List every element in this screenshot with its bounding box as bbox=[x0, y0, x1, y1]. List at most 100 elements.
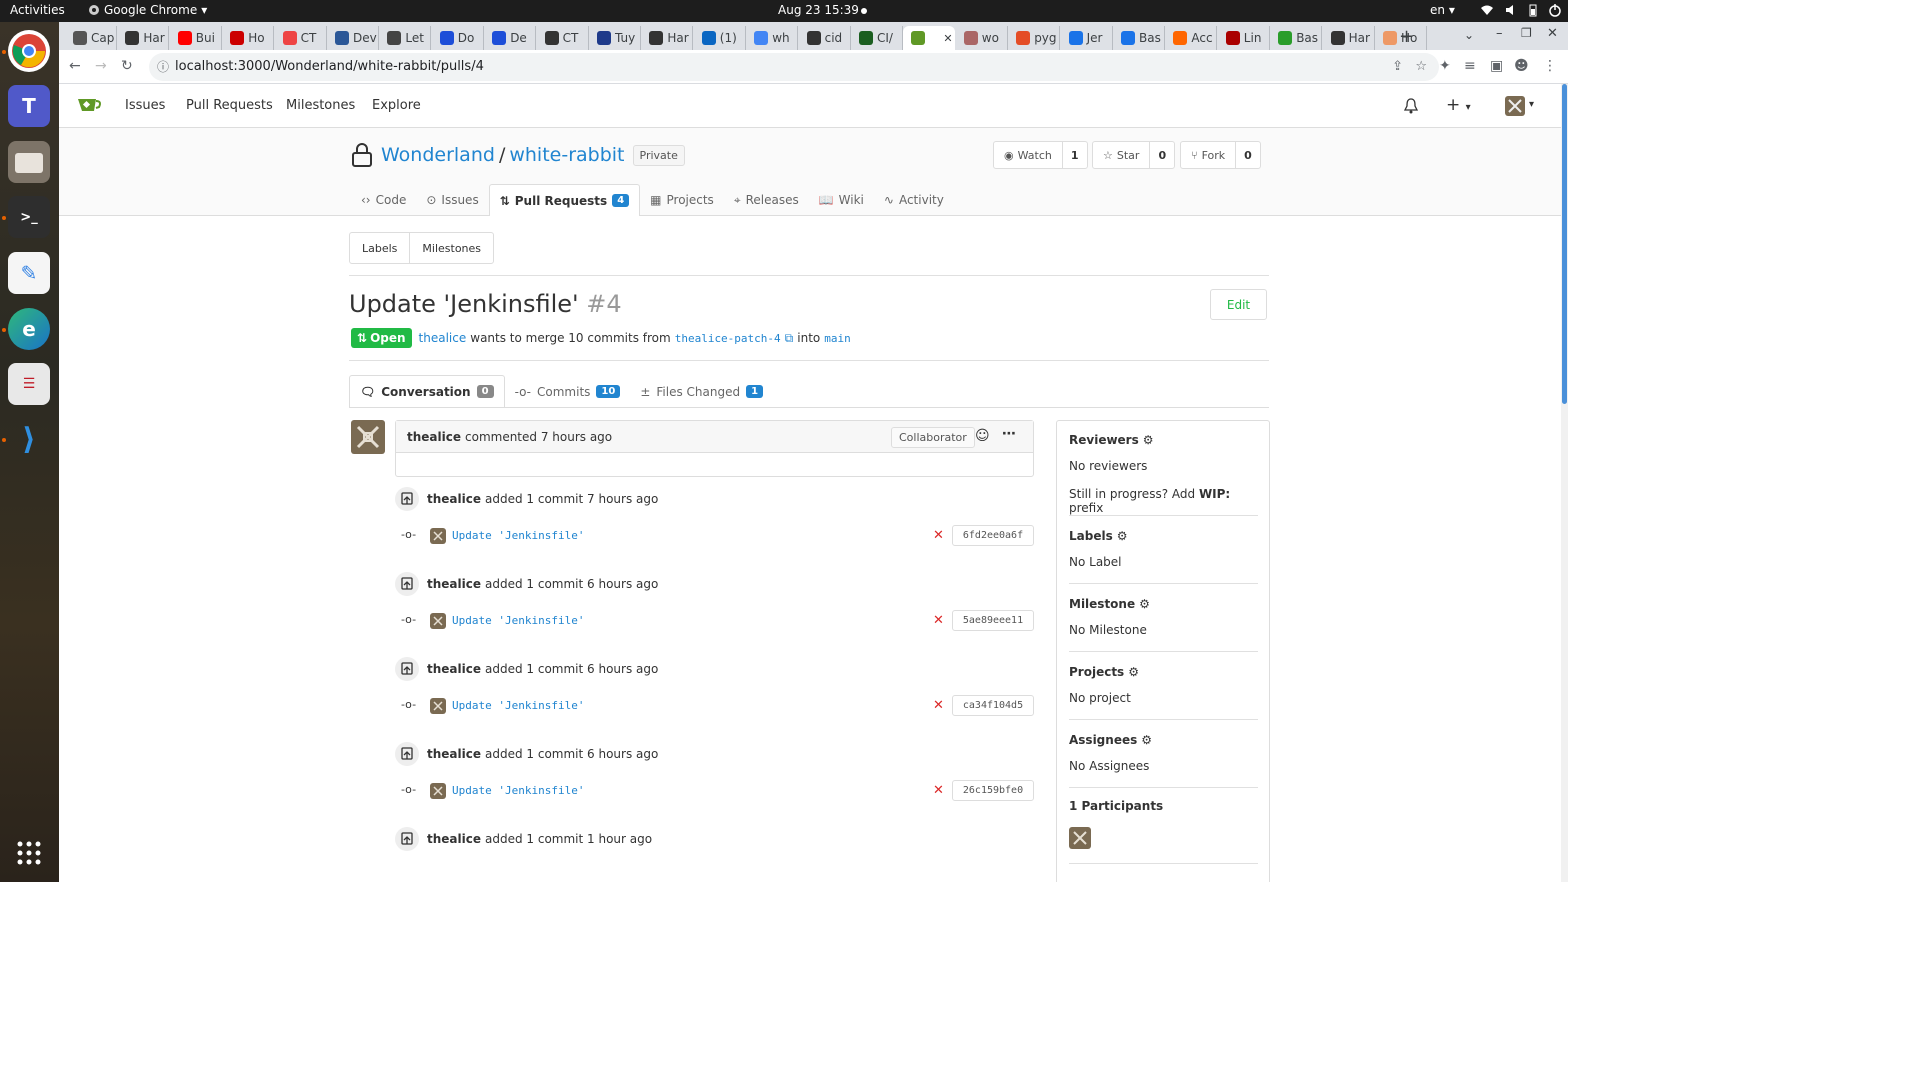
system-tray[interactable] bbox=[1480, 3, 1562, 17]
event-author-link[interactable]: thealice bbox=[427, 577, 481, 591]
commit-sha-link[interactable]: 6fd2ee0a6f bbox=[952, 525, 1034, 546]
bookmark-star-icon[interactable]: ☆ bbox=[1415, 53, 1427, 81]
chrome-menu-icon[interactable]: ⋮ bbox=[1543, 58, 1557, 74]
nav-issues[interactable]: Issues bbox=[125, 98, 165, 113]
address-bar[interactable]: ⓘ localhost:3000/Wonderland/white-rabbit… bbox=[149, 53, 1439, 81]
page-scrollbar[interactable] bbox=[1561, 84, 1568, 882]
tab-code[interactable]: ‹› Code bbox=[351, 184, 416, 216]
text-editor-dock-icon[interactable]: ✎ bbox=[8, 252, 50, 294]
fork-count[interactable]: 0 bbox=[1236, 142, 1260, 168]
chrome-dock-icon[interactable] bbox=[8, 30, 50, 72]
ci-failed-icon[interactable]: ✕ bbox=[933, 613, 944, 628]
forward-icon[interactable]: → bbox=[95, 58, 107, 74]
milestones-button[interactable]: Milestones bbox=[410, 233, 493, 263]
terminal-dock-icon[interactable]: >_ bbox=[8, 196, 50, 238]
browser-tab[interactable]: Bui bbox=[170, 26, 222, 50]
profile-icon[interactable]: ☻ bbox=[1514, 58, 1529, 74]
star-count[interactable]: 0 bbox=[1150, 142, 1174, 168]
show-apps-icon[interactable] bbox=[8, 832, 50, 874]
browser-tab[interactable]: Dev bbox=[327, 26, 379, 50]
user-avatar[interactable] bbox=[1505, 96, 1525, 116]
browser-tab[interactable]: Do bbox=[432, 26, 484, 50]
share-icon[interactable]: ⇪ bbox=[1392, 53, 1403, 81]
commit-message-link[interactable]: Update 'Jenkinsfile' bbox=[452, 614, 584, 627]
document-viewer-dock-icon[interactable]: ☰ bbox=[8, 363, 50, 405]
ci-failed-icon[interactable]: ✕ bbox=[933, 528, 944, 543]
commit-sha-link[interactable]: ca34f104d5 bbox=[952, 695, 1034, 716]
repo-name-link[interactable]: white-rabbit bbox=[509, 144, 624, 166]
commit-author-avatar[interactable] bbox=[430, 783, 446, 799]
site-info-icon[interactable]: ⓘ bbox=[157, 53, 169, 81]
scrollbar-thumb[interactable] bbox=[1562, 84, 1567, 404]
comment-author-link[interactable]: thealice bbox=[407, 430, 461, 444]
gear-icon[interactable]: ⚙ bbox=[1141, 733, 1152, 747]
teams-dock-icon[interactable]: T bbox=[8, 85, 50, 127]
nav-pull-requests[interactable]: Pull Requests bbox=[186, 98, 273, 113]
event-author-link[interactable]: thealice bbox=[427, 832, 481, 846]
activities-button[interactable]: Activities bbox=[10, 3, 65, 17]
fork-button[interactable]: ⑂ Fork bbox=[1181, 142, 1237, 168]
watch-button[interactable]: ◉ Watch bbox=[994, 142, 1063, 168]
browser-tab[interactable]: Tuy bbox=[589, 26, 641, 50]
close-tab-icon[interactable]: ✕ bbox=[943, 32, 952, 45]
tab-activity[interactable]: ∿ Activity bbox=[874, 184, 954, 216]
pr-author-link[interactable]: thealice bbox=[419, 331, 467, 345]
ci-failed-icon[interactable]: ✕ bbox=[933, 698, 944, 713]
side-panel-icon[interactable]: ▣ bbox=[1490, 58, 1503, 74]
reading-list-icon[interactable]: ≡ bbox=[1464, 58, 1476, 74]
browser-tab[interactable]: cid bbox=[799, 26, 851, 50]
clock[interactable]: Aug 23 15:39 bbox=[778, 3, 859, 17]
language-indicator[interactable]: en ▾ bbox=[1430, 3, 1455, 17]
commit-message-link[interactable]: Update 'Jenkinsfile' bbox=[452, 529, 584, 542]
close-window-icon[interactable]: ✕ bbox=[1547, 26, 1558, 41]
nav-explore[interactable]: Explore bbox=[372, 98, 421, 113]
tab-issues[interactable]: ⊙ Issues bbox=[416, 184, 488, 216]
edit-button[interactable]: Edit bbox=[1210, 289, 1267, 320]
edge-beta-dock-icon[interactable]: e bbox=[8, 308, 50, 350]
reload-icon[interactable]: ↻ bbox=[121, 58, 133, 74]
create-new-menu[interactable]: + ▾ bbox=[1446, 95, 1471, 115]
bell-icon[interactable] bbox=[1404, 98, 1418, 114]
nav-milestones[interactable]: Milestones bbox=[286, 98, 355, 113]
commit-sha-link[interactable]: 26c159bfe0 bbox=[952, 780, 1034, 801]
restore-icon[interactable]: ❐ bbox=[1521, 26, 1532, 40]
more-options-icon[interactable]: ⋯ bbox=[1002, 426, 1016, 442]
base-branch-link[interactable]: main bbox=[824, 332, 851, 345]
star-button[interactable]: ☆ Star bbox=[1093, 142, 1151, 168]
browser-tab[interactable]: Har bbox=[1323, 26, 1375, 50]
ci-failed-icon[interactable]: ✕ bbox=[933, 783, 944, 798]
commit-author-avatar[interactable] bbox=[430, 528, 446, 544]
browser-tab[interactable]: CT bbox=[537, 26, 589, 50]
tab-files-changed[interactable]: ± Files Changed 1 bbox=[630, 375, 773, 408]
browser-tab[interactable]: CI/ bbox=[851, 26, 903, 50]
browser-tab[interactable]: wo bbox=[956, 26, 1008, 50]
new-tab-icon[interactable]: + bbox=[1399, 26, 1414, 47]
tab-pull-requests[interactable]: ⇅ Pull Requests 4 bbox=[488, 184, 641, 216]
commit-message-link[interactable]: Update 'Jenkinsfile' bbox=[452, 784, 584, 797]
reaction-icon[interactable]: ☺ bbox=[975, 428, 990, 444]
gitea-logo-icon[interactable] bbox=[77, 96, 103, 114]
browser-tab[interactable]: wh bbox=[746, 26, 799, 50]
event-author-link[interactable]: thealice bbox=[427, 747, 481, 761]
browser-tab[interactable]: (1) bbox=[694, 26, 746, 50]
event-author-link[interactable]: thealice bbox=[427, 662, 481, 676]
comment-author-avatar[interactable] bbox=[351, 420, 385, 454]
gear-icon[interactable]: ⚙ bbox=[1143, 433, 1154, 447]
commit-message-link[interactable]: Update 'Jenkinsfile' bbox=[452, 699, 584, 712]
commit-author-avatar[interactable] bbox=[430, 698, 446, 714]
minimize-icon[interactable]: – bbox=[1496, 26, 1503, 41]
browser-tab[interactable]: Lin bbox=[1218, 26, 1270, 50]
files-dock-icon[interactable] bbox=[8, 141, 50, 183]
event-author-link[interactable]: thealice bbox=[427, 492, 481, 506]
browser-tab[interactable]: pyg bbox=[1008, 26, 1061, 50]
browser-tab[interactable]: ✕ bbox=[903, 26, 956, 50]
labels-button[interactable]: Labels bbox=[350, 233, 411, 263]
commit-author-avatar[interactable] bbox=[430, 613, 446, 629]
browser-tab[interactable]: Har bbox=[117, 26, 170, 50]
browser-tab[interactable]: Ho bbox=[222, 26, 275, 50]
browser-tab[interactable]: Let bbox=[379, 26, 432, 50]
head-branch-link[interactable]: thealice-patch-4 bbox=[675, 332, 781, 345]
repo-owner-link[interactable]: Wonderland bbox=[381, 144, 495, 166]
browser-tab[interactable]: Har bbox=[641, 26, 694, 50]
browser-tab[interactable]: Jer bbox=[1061, 26, 1113, 50]
